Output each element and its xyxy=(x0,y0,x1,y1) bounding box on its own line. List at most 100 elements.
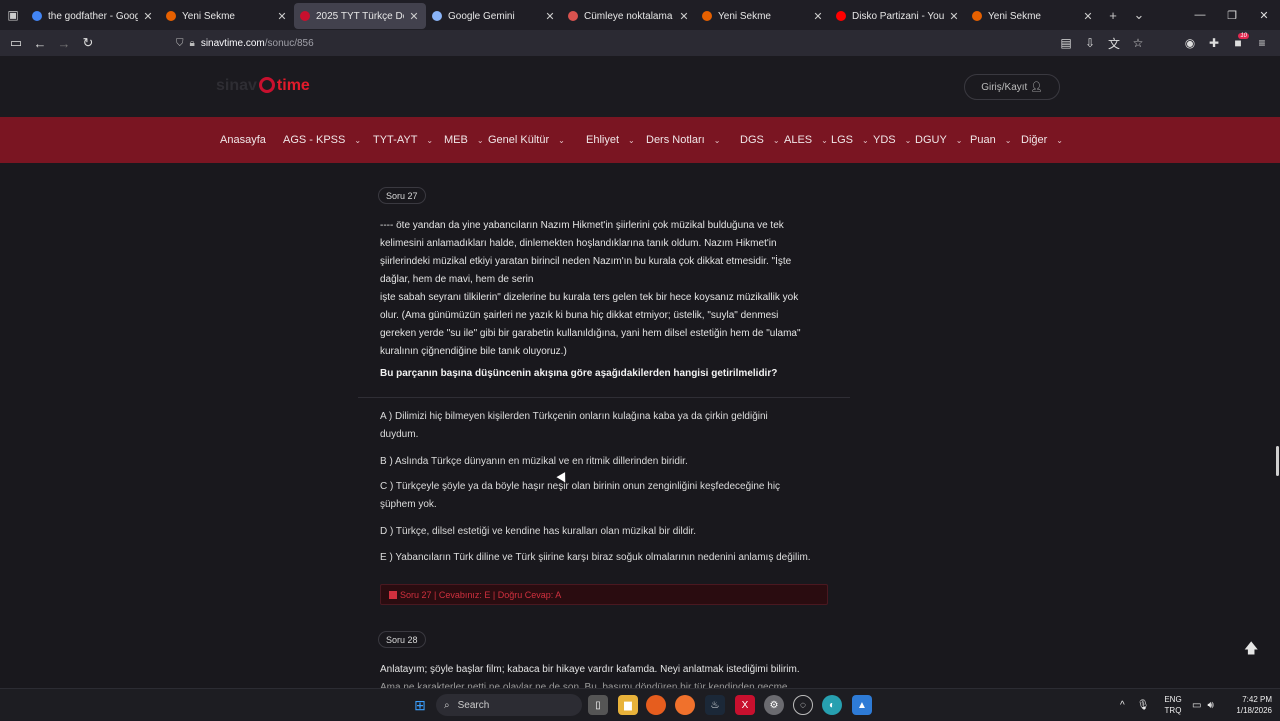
close-tab-icon[interactable]: ✕ xyxy=(408,10,420,23)
question-badge: Soru 27 xyxy=(378,187,426,204)
user-icon: 👤︎ xyxy=(1030,81,1043,93)
login-button[interactable]: Giriş/Kayıt 👤︎ xyxy=(964,74,1060,100)
menu-item[interactable]: AGS - KPSS ⌄ xyxy=(283,117,361,163)
menu-item[interactable]: LGS ⌄ xyxy=(831,117,869,163)
language-indicator[interactable]: ENG TRQ xyxy=(1164,694,1182,716)
question-passage: ---- öte yandan da yine yabancıların Naz… xyxy=(380,220,801,357)
menu-item[interactable]: ALES ⌄ xyxy=(784,117,828,163)
browser-tab[interactable]: the godfather - Google'da A✕ xyxy=(26,3,160,29)
new-tab-button[interactable]: + xyxy=(1100,8,1126,23)
settings-gear-icon[interactable]: ⚙ xyxy=(764,695,784,715)
favicon-icon xyxy=(972,11,982,21)
extensions-icon[interactable]: ✚ xyxy=(1202,31,1226,55)
menu-item[interactable]: DGUY ⌄ xyxy=(915,117,962,163)
menu-item[interactable]: YDS ⌄ xyxy=(873,117,911,163)
close-tab-icon[interactable]: ✕ xyxy=(678,10,690,23)
close-tab-icon[interactable]: ✕ xyxy=(1082,10,1094,23)
firefox-dev-icon[interactable] xyxy=(675,695,695,715)
address-bar[interactable]: ⛉ 🔒︎ sinavtime.com/sonuc/856 xyxy=(176,33,1100,53)
photos-icon[interactable]: ▲ xyxy=(852,695,872,715)
volume-icon[interactable]: 🔊︎ xyxy=(1207,700,1213,711)
taskbar-search[interactable]: ⌕ Search xyxy=(436,694,582,716)
extension-badge: 10 xyxy=(1238,33,1249,39)
file-explorer-icon[interactable]: ▆ xyxy=(618,695,638,715)
lock-icon[interactable]: 🔒︎ xyxy=(190,38,195,49)
browser-tab[interactable]: Disko Partizani - YouTu✕ xyxy=(830,3,966,29)
restore-button[interactable]: ❐ xyxy=(1216,0,1248,30)
browser-tab[interactable]: Yeni Sekme ✕ xyxy=(696,3,830,29)
menu-item[interactable]: MEB ⌄ xyxy=(444,117,484,163)
close-tab-icon[interactable]: ✕ xyxy=(276,10,288,23)
reload-button[interactable]: ↻ xyxy=(76,31,100,55)
close-tab-icon[interactable]: ✕ xyxy=(812,10,824,23)
close-tab-icon[interactable]: ✕ xyxy=(544,10,556,23)
close-tab-icon[interactable]: ✕ xyxy=(142,10,154,23)
answer-option[interactable]: A ) Dilimizi hiç bilmeyen kişilerden Tür… xyxy=(380,408,830,444)
reader-view-icon[interactable]: ▤ xyxy=(1054,31,1078,55)
sidebar-icon[interactable]: ▭ xyxy=(4,31,28,55)
tab-strip: ▣ the godfather - Google'da A✕Yeni Sekme… xyxy=(0,0,1280,30)
x-app-icon[interactable]: X xyxy=(735,695,755,715)
back-button[interactable]: ← xyxy=(28,31,52,55)
network-icon[interactable]: ▭ xyxy=(1192,700,1201,711)
favicon-icon xyxy=(32,11,42,21)
steam-icon[interactable]: ♨ xyxy=(705,695,725,715)
site-header: sinav time Giriş/Kayıt 👤︎ xyxy=(0,56,1280,117)
menu-item[interactable]: Ehliyet ⌄ xyxy=(586,117,635,163)
answer-option[interactable]: E ) Yabancıların Türk diline ve Türk şii… xyxy=(380,549,830,567)
account-icon[interactable]: ◉ xyxy=(1178,31,1202,55)
forward-button[interactable]: → xyxy=(52,31,76,55)
browser-tab[interactable]: Yeni Sekme ✕ xyxy=(966,3,1100,29)
chevron-down-icon: ⌄ xyxy=(1004,135,1012,145)
minimize-button[interactable]: — xyxy=(1184,0,1216,30)
system-clock[interactable]: 7:42 PM 1/18/2026 xyxy=(1228,694,1272,716)
app-icon[interactable]: ◌ xyxy=(793,695,813,715)
browser-tab[interactable]: 2025 TYT Türkçe Deneme S✕ xyxy=(294,3,426,29)
browser-tab[interactable]: Google Gemini ✕ xyxy=(426,3,562,29)
chevron-down-icon: ⌄ xyxy=(558,135,565,145)
site-logo[interactable]: sinav time xyxy=(216,77,310,95)
menu-icon[interactable]: ≡ xyxy=(1250,31,1274,55)
scrollbar[interactable] xyxy=(1276,446,1279,476)
close-window-button[interactable]: ✕ xyxy=(1248,0,1280,30)
chevron-down-icon: ⌄ xyxy=(628,135,635,145)
favicon-icon xyxy=(836,11,846,21)
browser-tab[interactable]: Cümleye noktalama işaretle✕ xyxy=(562,3,696,29)
microphone-icon[interactable]: 🎙︎ xyxy=(1137,700,1150,711)
menu-item[interactable]: Anasayfa xyxy=(220,117,266,163)
task-view-icon[interactable]: ▯ xyxy=(588,695,608,715)
main-menu: Anasayfa AGS - KPSS ⌄ TYT-AYT ⌄ MEB ⌄ Genel Kül… xyxy=(0,117,1280,163)
chevron-down-icon: ⌄ xyxy=(821,135,828,145)
url-host: sinavtime.com xyxy=(200,37,265,49)
menu-item[interactable]: Ders Notları ⌄ xyxy=(646,117,720,163)
answer-option[interactable]: B ) Aslında Türkçe dünyanın en müzikal v… xyxy=(380,453,830,471)
favicon-icon xyxy=(568,11,578,21)
menu-item[interactable]: Puan ⌄ xyxy=(970,117,1011,163)
extension-badge-icon[interactable]: ■ 10 xyxy=(1226,31,1250,55)
menu-item[interactable]: Genel Kültür ⌄ xyxy=(488,117,565,163)
save-pocket-icon[interactable]: ⇩ xyxy=(1078,31,1102,55)
browser-tab[interactable]: Yeni Sekme ✕ xyxy=(160,3,294,29)
navigation-bar: ▭ ← → ↻ ⛉ 🔒︎ sinavtime.com/sonuc/856 ▤ ⇩… xyxy=(0,30,1280,56)
answer-result: Soru 27 | Cevabınız: E | Doğru Cevap: A xyxy=(380,584,828,605)
favicon-icon xyxy=(702,11,712,21)
answer-option[interactable]: D ) Türkçe, dilsel estetiği ve kendine h… xyxy=(380,523,830,541)
tab-overflow-chevron-icon[interactable]: ⌄ xyxy=(1126,7,1152,23)
firefox-icon[interactable] xyxy=(646,695,666,715)
windows-start-icon[interactable]: ⊞ xyxy=(410,695,430,715)
menu-item[interactable]: TYT-AYT ⌄ xyxy=(373,117,433,163)
url-path: /sonuc/856 xyxy=(264,37,314,49)
chevron-up-icon[interactable]: ^ xyxy=(1120,700,1125,711)
shield-icon[interactable]: ⛉ xyxy=(176,38,184,49)
answer-option[interactable]: C ) Türkçeyle şöyle ya da böyle haşır ne… xyxy=(380,478,830,514)
scroll-to-top-icon[interactable]: 🡅 xyxy=(1244,638,1258,662)
menu-item[interactable]: Diğer ⌄ xyxy=(1021,117,1063,163)
menu-item[interactable]: DGS ⌄ xyxy=(740,117,780,163)
bookmark-star-icon[interactable]: ☆ xyxy=(1126,31,1150,55)
chevron-down-icon: ⌄ xyxy=(476,135,484,145)
chevron-down-icon: ⌄ xyxy=(772,135,780,145)
close-tab-icon[interactable]: ✕ xyxy=(948,10,960,23)
edge-icon[interactable]: ◐ xyxy=(822,695,842,715)
translate-icon[interactable]: 文 xyxy=(1102,31,1126,55)
list-all-tabs-icon[interactable]: ▣ xyxy=(0,0,26,30)
